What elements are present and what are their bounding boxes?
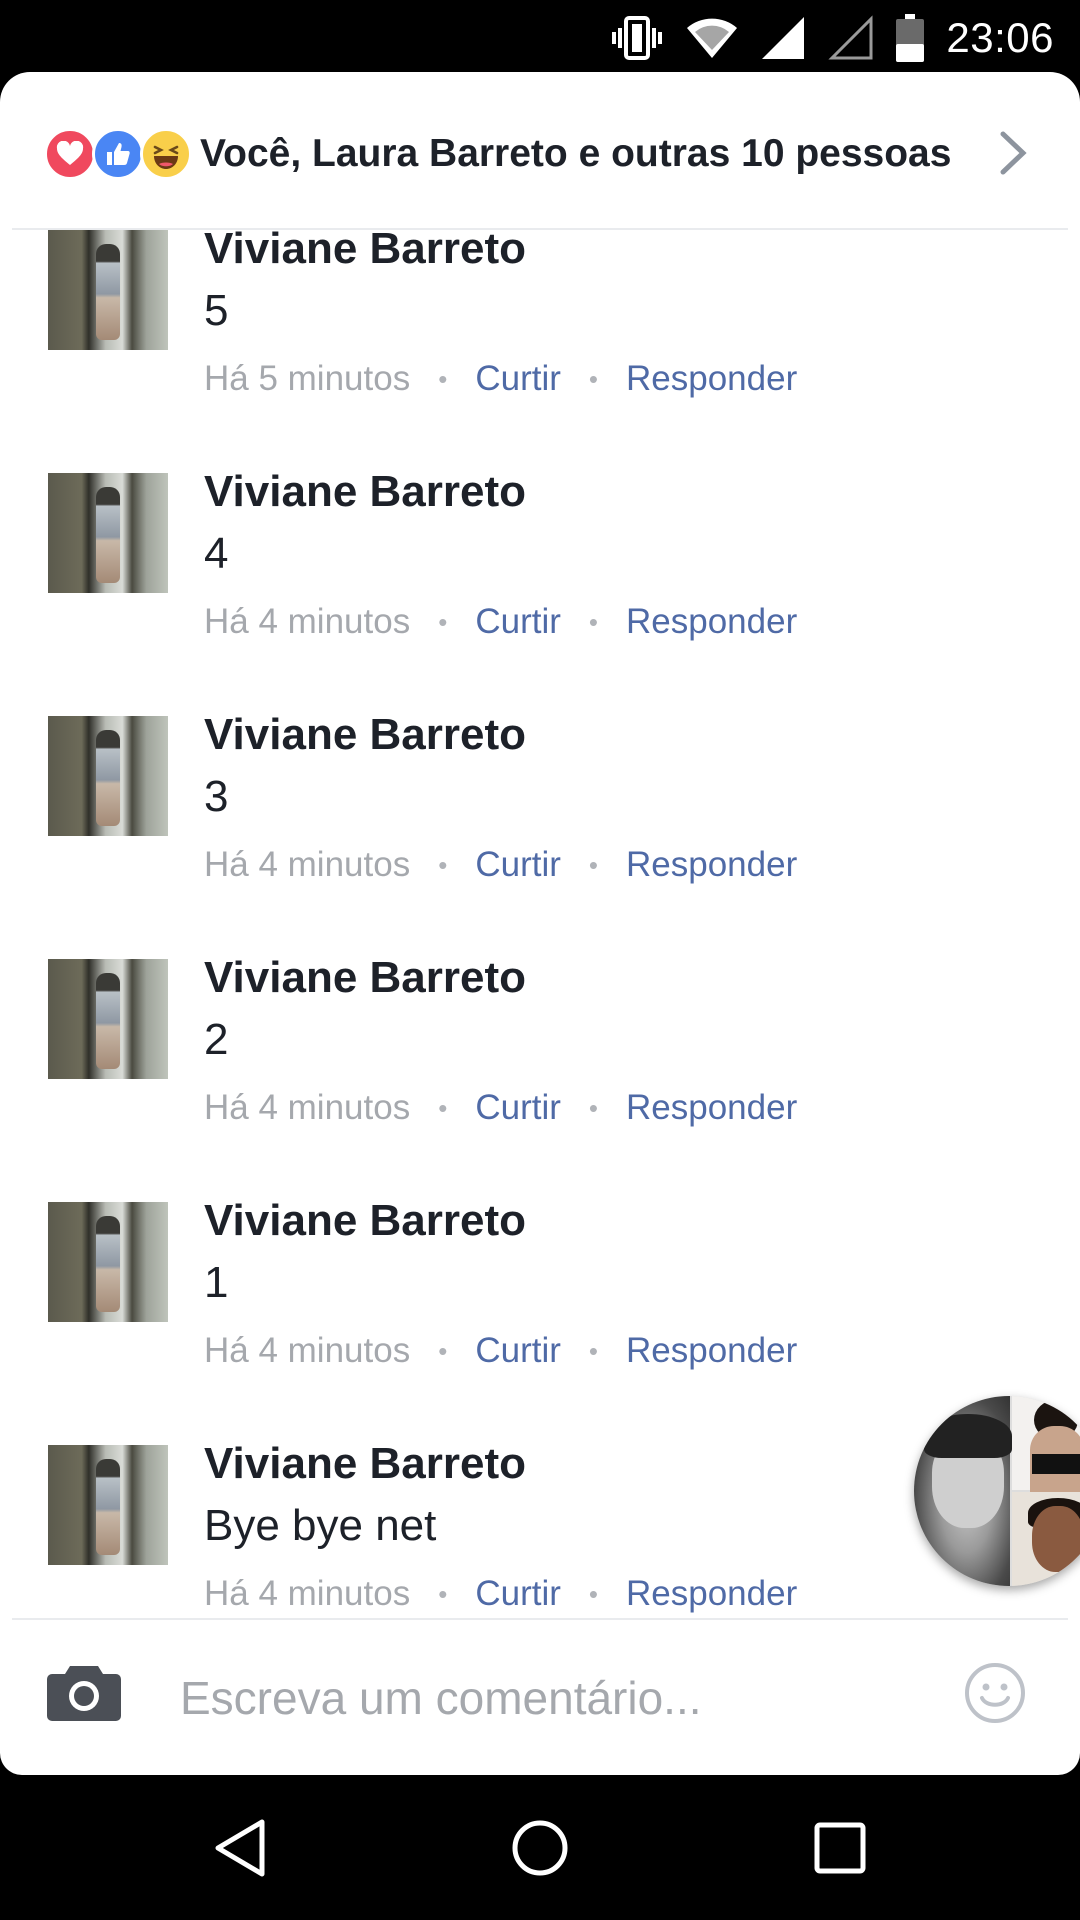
comment-text: 1 [204,1258,229,1307]
wifi-icon [686,16,738,60]
home-icon[interactable] [480,1775,600,1920]
comment-time: Há 4 minutos [204,845,411,884]
separator-dot: • [438,606,448,637]
love-reaction-icon [44,128,96,180]
clock: 23:06 [946,14,1054,61]
comment-time: Há 4 minutos [204,602,411,641]
comment-text: Bye bye net [204,1501,437,1550]
separator-dot: • [588,363,598,394]
separator-dot: • [588,849,598,880]
comment-text: 4 [204,529,229,578]
camera-icon[interactable] [46,1662,122,1727]
chat-head-photo [1012,1396,1080,1496]
comment-author[interactable]: Viviane Barreto [204,230,526,274]
chat-head-photo [1012,1492,1080,1586]
comment-time: Há 4 minutos [204,1331,411,1370]
comment-author[interactable]: Viviane Barreto [204,467,526,517]
avatar[interactable] [48,959,168,1079]
status-icons: 23:06 [610,10,1054,66]
comment-meta: Há 4 minutos • Curtir • Responder [204,1331,797,1371]
separator-dot: • [588,606,598,637]
recents-icon[interactable] [780,1775,900,1920]
reply-button[interactable]: Responder [626,1331,797,1371]
comment-meta: Há 4 minutos • Curtir • Responder [204,602,797,642]
like-button[interactable]: Curtir [475,1331,561,1371]
separator-dot: • [438,849,448,880]
comment-text: 3 [204,772,229,821]
separator-dot: • [588,1092,598,1123]
separator-dot: • [438,1335,448,1366]
comment-item: Viviane Barreto 3 Há 4 minutos • Curtir … [0,688,1080,931]
navigation-bar [0,1775,1080,1920]
comment-meta: Há 4 minutos • Curtir • Responder [204,845,797,885]
comment-text: 5 [204,286,229,335]
comment-item: Viviane Barreto 2 Há 4 minutos • Curtir … [0,931,1080,1174]
separator-dot: • [588,1335,598,1366]
comment-time: Há 4 minutos [204,1088,411,1127]
comment-item: Viviane Barreto 5 Há 5 minutos • Curtir … [0,230,1080,445]
avatar[interactable] [48,716,168,836]
comment-author[interactable]: Viviane Barreto [204,1439,526,1489]
emoji-icon[interactable] [964,1662,1026,1729]
separator-dot: • [438,1092,448,1123]
separator-dot: • [588,1578,598,1609]
avatar[interactable] [48,1445,168,1565]
comment-item: Viviane Barreto 4 Há 4 minutos • Curtir … [0,445,1080,688]
reply-button[interactable]: Responder [626,845,797,885]
separator-dot: • [438,1578,448,1609]
battery-icon [896,14,925,62]
vibrate-icon [610,14,664,62]
like-button[interactable]: Curtir [475,1574,561,1614]
reactions-summary-text[interactable]: Você, Laura Barreto e outras 10 pessoas [200,132,951,176]
comment-meta: Há 4 minutos • Curtir • Responder [204,1088,797,1128]
comment-author[interactable]: Viviane Barreto [204,710,526,760]
like-button[interactable]: Curtir [475,1088,561,1128]
back-icon[interactable] [180,1775,300,1920]
comment-time: Há 4 minutos [204,1574,411,1613]
reaction-icons [44,128,192,180]
comment-input[interactable] [180,1658,920,1738]
avatar[interactable] [48,230,168,350]
chat-head-bubble[interactable] [914,1396,1080,1586]
chat-head-photo [914,1396,1012,1586]
comment-author[interactable]: Viviane Barreto [204,953,526,1003]
reply-button[interactable]: Responder [626,359,797,399]
comment-author[interactable]: Viviane Barreto [204,1196,526,1246]
like-button[interactable]: Curtir [475,845,561,885]
avatar[interactable] [48,1202,168,1322]
reply-button[interactable]: Responder [626,602,797,642]
chevron-right-icon[interactable] [998,130,1028,181]
status-bar: 23:06 [0,0,1080,75]
reply-button[interactable]: Responder [626,1574,797,1614]
like-button[interactable]: Curtir [475,602,561,642]
like-reaction-icon [92,128,144,180]
comment-meta: Há 5 minutos • Curtir • Responder [204,359,797,399]
haha-reaction-icon [140,128,192,180]
signal-icon [760,15,806,61]
signal-empty-icon [828,15,874,61]
separator-dot: • [438,363,448,394]
comment-text: 2 [204,1015,229,1064]
reply-button[interactable]: Responder [626,1088,797,1128]
like-button[interactable]: Curtir [475,359,561,399]
comment-meta: Há 4 minutos • Curtir • Responder [204,1574,797,1614]
comment-time: Há 5 minutos [204,359,411,398]
avatar[interactable] [48,473,168,593]
comment-item: Viviane Barreto 1 Há 4 minutos • Curtir … [0,1174,1080,1417]
comment-composer [0,1620,1080,1775]
reactions-summary-bar[interactable]: Você, Laura Barreto e outras 10 pessoas [0,72,1080,228]
